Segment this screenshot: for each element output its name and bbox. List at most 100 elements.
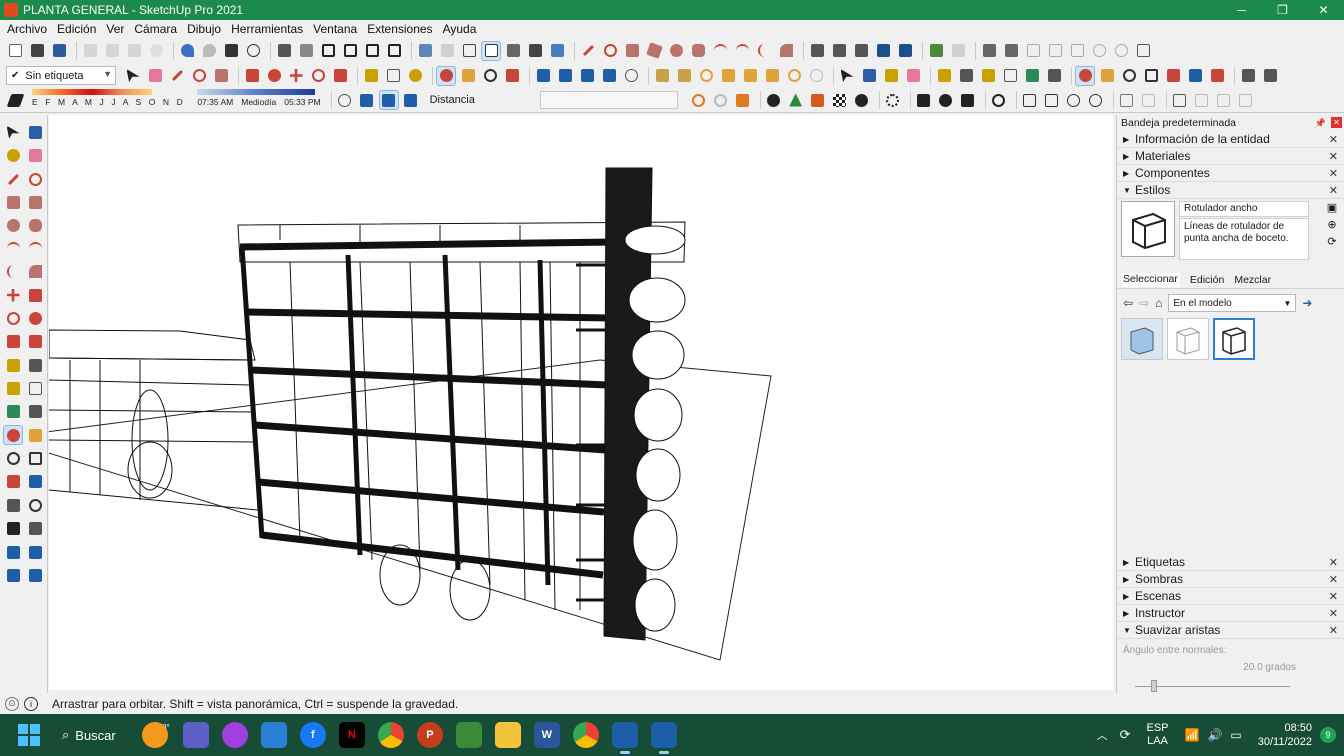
shaded-icon[interactable] bbox=[504, 42, 522, 60]
cloud-upload-icon[interactable] bbox=[853, 91, 871, 109]
orbit-tool-2-icon[interactable] bbox=[3, 425, 23, 445]
paint-bucket-icon[interactable] bbox=[406, 67, 424, 85]
chevron-up-icon[interactable]: ︿ bbox=[1097, 727, 1108, 743]
bars-icon[interactable] bbox=[809, 91, 827, 109]
walk-2-icon[interactable] bbox=[1239, 67, 1257, 85]
menu-archivo[interactable]: Archivo bbox=[2, 22, 52, 36]
close-icon[interactable]: ✕ bbox=[1329, 573, 1338, 586]
lock-icon[interactable] bbox=[1237, 91, 1255, 109]
outliner-icon[interactable] bbox=[874, 42, 892, 60]
back-view-icon[interactable] bbox=[363, 42, 381, 60]
shadow-date-slider[interactable]: E F M A M J J A S O N D bbox=[32, 89, 185, 111]
scale-tool-2-icon[interactable] bbox=[4, 332, 22, 350]
xray-icon[interactable] bbox=[416, 42, 434, 60]
solid-split-icon[interactable] bbox=[1112, 42, 1130, 60]
wifi-icon[interactable]: 📶 bbox=[1185, 728, 1200, 742]
pencil-line-icon[interactable] bbox=[168, 67, 186, 85]
rotate-tool-icon[interactable] bbox=[309, 67, 327, 85]
shadow-toggle-icon[interactable] bbox=[6, 91, 24, 109]
text-tool-icon[interactable] bbox=[384, 67, 402, 85]
windows-start-icon[interactable] bbox=[18, 724, 40, 746]
solid-trim-icon[interactable] bbox=[1090, 42, 1108, 60]
print-icon[interactable] bbox=[222, 42, 240, 60]
validate-icon[interactable] bbox=[990, 91, 1008, 109]
polygon-tool-icon[interactable] bbox=[689, 42, 707, 60]
style-description-field[interactable]: Líneas de rotulador de punta ancha de bo… bbox=[1179, 218, 1309, 260]
polygon-tool-2-icon[interactable] bbox=[26, 216, 44, 234]
rotated-rect-icon[interactable] bbox=[645, 42, 663, 60]
solid-subtract-icon[interactable] bbox=[1046, 42, 1064, 60]
styles-dropdown-icon[interactable] bbox=[622, 67, 640, 85]
extension-warehouse-icon[interactable] bbox=[1134, 42, 1152, 60]
dimension-2-icon[interactable] bbox=[26, 356, 44, 374]
eraser-tool-icon[interactable] bbox=[26, 146, 44, 164]
hidden-line-icon[interactable] bbox=[481, 40, 501, 61]
shape-a-icon[interactable] bbox=[1021, 91, 1039, 109]
info-status-icon[interactable]: i bbox=[24, 696, 38, 711]
panel-entity-info[interactable]: ▶ Información de la entidad ✕ bbox=[1117, 131, 1344, 148]
rotated-rect-2-icon[interactable] bbox=[26, 193, 44, 211]
tape-measure-icon[interactable] bbox=[362, 67, 380, 85]
position-camera-3-icon[interactable] bbox=[4, 496, 22, 514]
sandbox-scratch-icon[interactable] bbox=[675, 67, 693, 85]
menu-dibujo[interactable]: Dibujo bbox=[182, 22, 226, 36]
close-icon[interactable]: ✕ bbox=[1329, 590, 1338, 603]
redo-icon[interactable] bbox=[200, 42, 218, 60]
menu-herramientas[interactable]: Herramientas bbox=[226, 22, 308, 36]
back-icon[interactable]: ⇦ bbox=[1123, 296, 1133, 310]
report-2-icon[interactable] bbox=[1140, 91, 1158, 109]
follow-me-2-icon[interactable] bbox=[26, 309, 44, 327]
undo-icon[interactable] bbox=[178, 42, 196, 60]
close-icon[interactable]: ✕ bbox=[1329, 150, 1338, 163]
weather-icon[interactable] bbox=[141, 722, 168, 748]
section-display-icon[interactable] bbox=[26, 566, 44, 584]
netflix-icon[interactable]: N bbox=[338, 722, 365, 748]
left-view-icon[interactable] bbox=[385, 42, 403, 60]
section-tool-2-icon[interactable] bbox=[26, 519, 44, 537]
tape-2-icon[interactable] bbox=[935, 67, 953, 85]
report-icon[interactable] bbox=[1118, 91, 1136, 109]
axes-icon[interactable] bbox=[1023, 67, 1041, 85]
sandbox-flip-edge-icon[interactable] bbox=[785, 67, 803, 85]
close-icon[interactable]: ✕ bbox=[1329, 133, 1338, 146]
wireframe-icon[interactable] bbox=[460, 42, 478, 60]
zoom-tool-2-icon[interactable] bbox=[4, 449, 22, 467]
layout-icon[interactable] bbox=[1171, 91, 1189, 109]
iso-view-icon[interactable] bbox=[275, 42, 293, 60]
select-arrow-icon[interactable] bbox=[124, 67, 142, 85]
arc-tool-icon[interactable] bbox=[711, 42, 729, 60]
menu-edicion[interactable]: Edición bbox=[52, 22, 101, 36]
shape-dropdown-icon[interactable] bbox=[212, 67, 230, 85]
pan-tool-2-icon[interactable] bbox=[26, 426, 44, 444]
terrain-icon[interactable] bbox=[949, 42, 967, 60]
panel-styles[interactable]: ▼ Estilos ✕ bbox=[1117, 182, 1344, 199]
maximize-button[interactable]: ❐ bbox=[1262, 0, 1303, 20]
rectangle-tool-icon[interactable] bbox=[623, 42, 641, 60]
home-icon[interactable]: ⌂ bbox=[1155, 296, 1162, 310]
panel-components[interactable]: ▶ Componentes ✕ bbox=[1117, 165, 1344, 182]
taskbar-search[interactable]: ⌕ Buscar bbox=[62, 727, 116, 743]
clock[interactable]: 08:50 30/11/2022 bbox=[1258, 721, 1312, 749]
circle-tool-2-icon[interactable] bbox=[4, 216, 22, 234]
layout-2-icon[interactable] bbox=[1193, 91, 1211, 109]
dimension-icon[interactable] bbox=[957, 67, 975, 85]
update-style-icon[interactable]: ⟳ bbox=[1327, 235, 1336, 248]
axes-2-icon[interactable] bbox=[4, 402, 22, 420]
open-folder-icon[interactable] bbox=[28, 42, 46, 60]
layers-icon[interactable] bbox=[852, 42, 870, 60]
save-icon[interactable] bbox=[50, 42, 68, 60]
three-point-arc-icon[interactable] bbox=[755, 42, 773, 60]
arc-tool-2-icon[interactable] bbox=[4, 239, 22, 257]
monochrome-icon[interactable] bbox=[548, 42, 566, 60]
offset-tool-icon[interactable] bbox=[26, 332, 44, 350]
group-icon[interactable] bbox=[830, 42, 848, 60]
angle-slider-thumb[interactable] bbox=[1151, 680, 1157, 692]
eraser-icon[interactable] bbox=[146, 67, 164, 85]
move-tool-icon[interactable] bbox=[287, 67, 305, 85]
close-button[interactable]: ✕ bbox=[1303, 0, 1344, 20]
front-view-icon[interactable] bbox=[319, 42, 337, 60]
cart-icon[interactable] bbox=[959, 91, 977, 109]
tree-icon[interactable] bbox=[787, 91, 805, 109]
new-file-icon[interactable] bbox=[6, 42, 24, 60]
zoom-extents-2-icon[interactable] bbox=[1164, 67, 1182, 85]
